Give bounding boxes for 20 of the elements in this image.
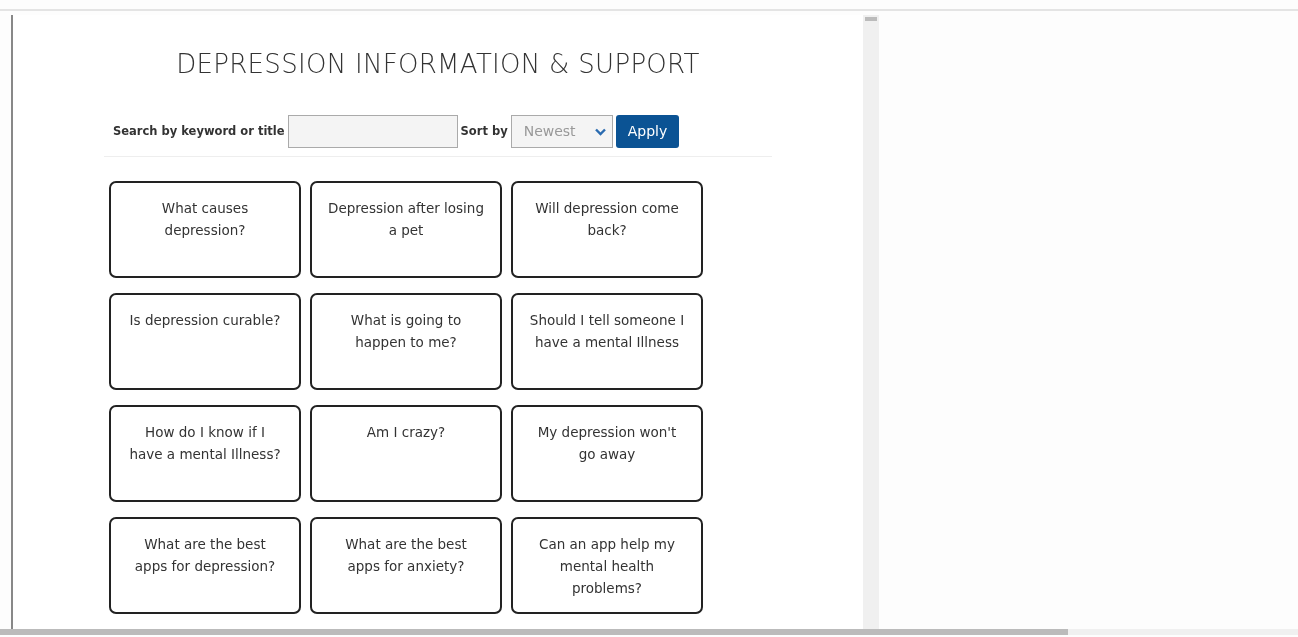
topic-card[interactable]: Will depression come back? [511,181,703,278]
topic-card[interactable]: Depression after losing a pet [310,181,502,278]
sort-label: Sort by [460,122,508,140]
topic-card[interactable]: What is going to happen to me? [310,293,502,390]
topic-card[interactable]: Is depression curable? [109,293,301,390]
topic-card[interactable]: Can an app help my mental health problems? [511,517,703,614]
page-title: DEPRESSION INFORMATION & SUPPORT [175,48,701,81]
topic-card[interactable]: What are the best apps for anxiety? [310,517,502,614]
chevron-down-icon [594,127,606,136]
topic-card[interactable]: My depression won't go away [511,405,703,502]
vertical-scrollbar[interactable] [863,15,879,629]
topic-card[interactable]: What causes depression? [109,181,301,278]
topic-card[interactable]: Should I tell someone I have a mental Illness [511,293,703,390]
search-label: Search by keyword or title [113,122,285,140]
horizontal-scrollbar[interactable] [0,629,1298,635]
topic-card[interactable]: How do I know if I have a mental Illness? [109,405,301,502]
search-field[interactable] [287,115,458,148]
apply-button[interactable]: Apply [615,115,680,148]
topic-card[interactable]: What are the best apps for depression? [109,517,301,614]
topic-card[interactable]: Am I crazy? [310,405,502,502]
